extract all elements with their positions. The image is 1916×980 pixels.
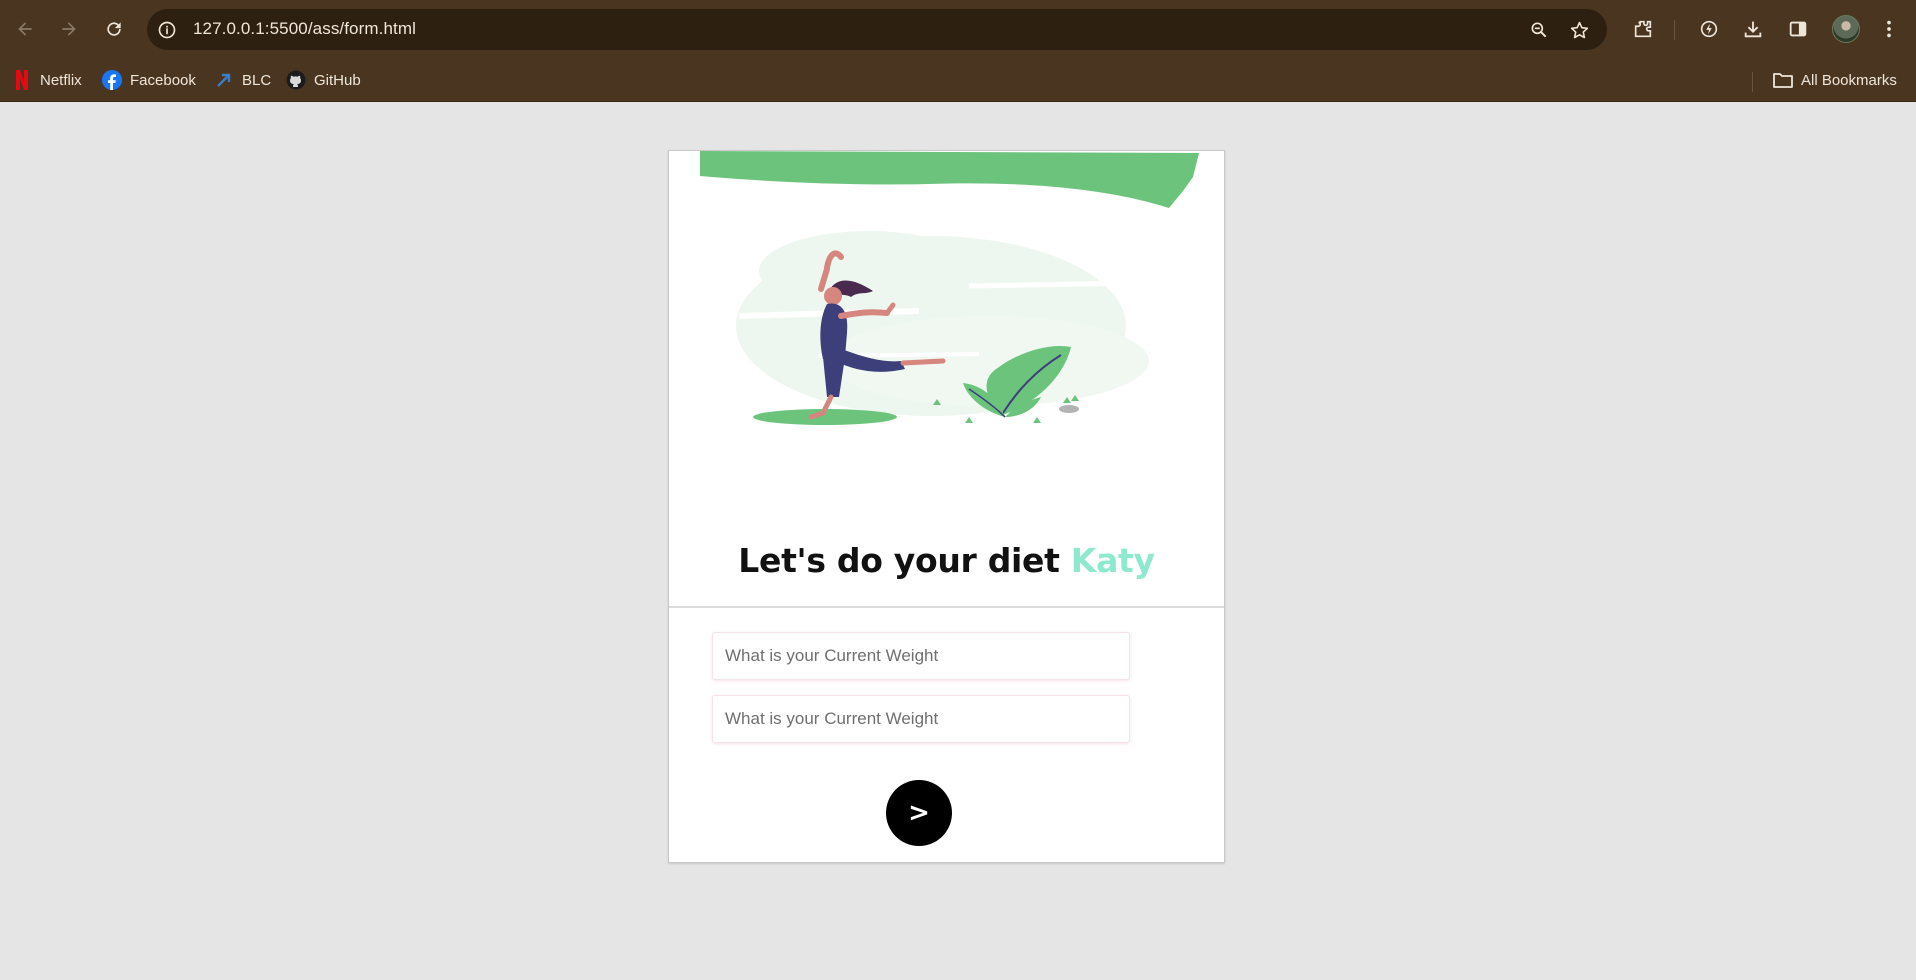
bookmarks-bar: Netflix Facebook BLC GitHub All Bookmark… — [0, 60, 1916, 101]
url-text[interactable]: 127.0.0.1:5500/ass/form.html — [193, 19, 416, 39]
next-button[interactable]: > — [886, 780, 952, 846]
arrow-right-icon — [62, 22, 76, 36]
folder-icon — [1773, 70, 1793, 90]
address-bar[interactable]: 127.0.0.1:5500/ass/form.html — [147, 9, 1607, 50]
bookmark-facebook[interactable]: Facebook — [102, 66, 196, 94]
bookmark-blc[interactable]: BLC — [214, 66, 271, 94]
section-divider — [669, 606, 1224, 608]
title-prefix: Let's do your diet — [738, 541, 1071, 580]
arrow-left-icon — [18, 22, 32, 36]
current-weight-field-2[interactable] — [712, 695, 1130, 743]
back-button[interactable] — [12, 16, 38, 42]
all-bookmarks-label: All Bookmarks — [1801, 71, 1897, 89]
bookmark-star-icon[interactable] — [1568, 19, 1590, 41]
bookmark-label: GitHub — [314, 71, 361, 89]
bookmark-label: Netflix — [40, 71, 82, 89]
diet-form-card: Let's do your diet Katy > — [668, 150, 1225, 863]
more-menu-icon[interactable] — [1876, 16, 1902, 42]
reload-button[interactable] — [101, 16, 127, 42]
performance-icon[interactable] — [1696, 16, 1722, 42]
current-weight-field[interactable] — [712, 632, 1130, 680]
blc-icon — [214, 70, 234, 90]
bookmark-netflix[interactable]: Netflix — [12, 66, 82, 94]
browser-chrome: 127.0.0.1:5500/ass/form.html Netflix Fac… — [0, 0, 1916, 101]
github-icon — [286, 70, 306, 90]
bookmark-label: BLC — [242, 71, 272, 89]
toolbar-separator — [1674, 20, 1675, 40]
download-icon[interactable] — [1740, 16, 1766, 42]
bookmarks-separator — [1752, 72, 1753, 92]
netflix-icon — [12, 70, 32, 90]
bookmark-label: Facebook — [130, 71, 196, 89]
dancing-woman-illustration — [700, 151, 1199, 425]
forward-button[interactable] — [56, 16, 82, 42]
facebook-icon — [102, 70, 122, 90]
user-name: Katy — [1070, 541, 1155, 580]
bookmark-github[interactable]: GitHub — [286, 66, 361, 94]
page-title: Let's do your diet Katy — [669, 541, 1224, 580]
side-panel-icon[interactable] — [1785, 16, 1811, 42]
profile-avatar[interactable] — [1832, 15, 1860, 43]
hero-illustration: Let's do your diet Katy — [669, 151, 1224, 606]
site-info-icon[interactable] — [156, 19, 177, 40]
reload-icon — [107, 22, 121, 36]
all-bookmarks-button[interactable]: All Bookmarks — [1773, 66, 1897, 94]
extensions-icon[interactable] — [1630, 16, 1656, 42]
browser-toolbar: 127.0.0.1:5500/ass/form.html — [0, 0, 1916, 60]
zoom-icon[interactable] — [1528, 19, 1550, 41]
